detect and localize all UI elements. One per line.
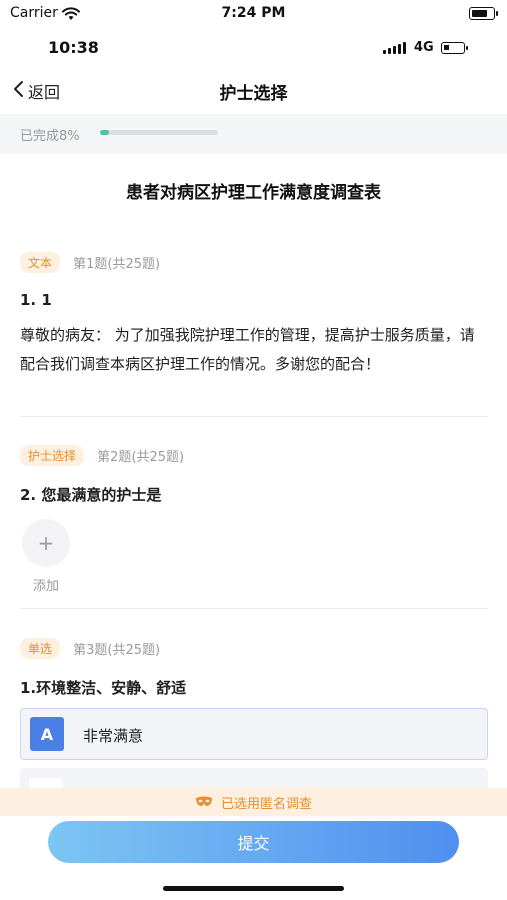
device-battery-icon	[441, 42, 468, 54]
question-title: 1. 1	[20, 291, 52, 309]
anonymous-label: 已选用匿名调查	[220, 796, 312, 812]
question-2: 护士选择 第2题(共25题) 2. 您最满意的护士是 + 添加	[20, 445, 488, 594]
question-1: 文本 第1题(共25题) 1. 1 尊敬的病友： 为了加强我院护理工作的管理，提…	[20, 252, 488, 379]
question-3: 单选 第3题(共25题) 1.环境整洁、安静、舒适	[20, 638, 488, 698]
bottom-bar: 提交	[0, 816, 507, 900]
question-index: 第2题(共25题)	[97, 450, 185, 465]
question-body: 尊敬的病友： 为了加强我院护理工作的管理，提高护士服务质量，请配合我们调查本病区…	[20, 326, 475, 373]
question-title: 2. 您最满意的护士是	[20, 486, 162, 504]
home-indicator[interactable]	[163, 886, 344, 891]
question-title: 1.环境整洁、安静、舒适	[20, 679, 187, 697]
network-type: 4G	[414, 40, 434, 55]
page-title: 护士选择	[219, 84, 288, 104]
option-letter: A	[30, 717, 64, 751]
device-status-bar: 10:38 4G	[0, 34, 507, 62]
progress-track	[100, 130, 218, 135]
question-type-tag: 护士选择	[20, 445, 85, 466]
battery-icon	[469, 7, 498, 20]
progress-label: 已完成8%	[20, 129, 80, 144]
survey-title: 患者对病区护理工作满意度调查表	[126, 183, 381, 203]
add-nurse-button[interactable]: + 添加	[20, 519, 72, 594]
question-type-tag: 文本	[20, 252, 61, 273]
question-index: 第3题(共25题)	[73, 643, 161, 658]
option-text: 非常满意	[83, 727, 144, 745]
anonymous-notice: 已选用匿名调查	[0, 788, 507, 816]
add-label: 添加	[32, 579, 59, 594]
navigation-bar: 返回 护士选择	[0, 68, 507, 114]
device-time: 10:38	[48, 38, 99, 57]
simulator-time: 7:24 PM	[221, 5, 286, 21]
progress-strip: 已完成8%	[0, 114, 507, 154]
submit-button[interactable]: 提交	[48, 821, 459, 863]
simulator-status-bar: Carrier 7:24 PM	[0, 0, 507, 28]
plus-icon: +	[22, 519, 70, 567]
divider	[20, 608, 488, 609]
question-index: 第1题(共25题)	[73, 257, 161, 272]
signal-icon	[383, 42, 406, 54]
divider	[20, 416, 488, 417]
question-type-tag: 单选	[20, 638, 61, 659]
option-a[interactable]: A 非常满意	[20, 708, 488, 760]
progress-fill	[100, 130, 110, 135]
mask-icon	[195, 793, 213, 812]
